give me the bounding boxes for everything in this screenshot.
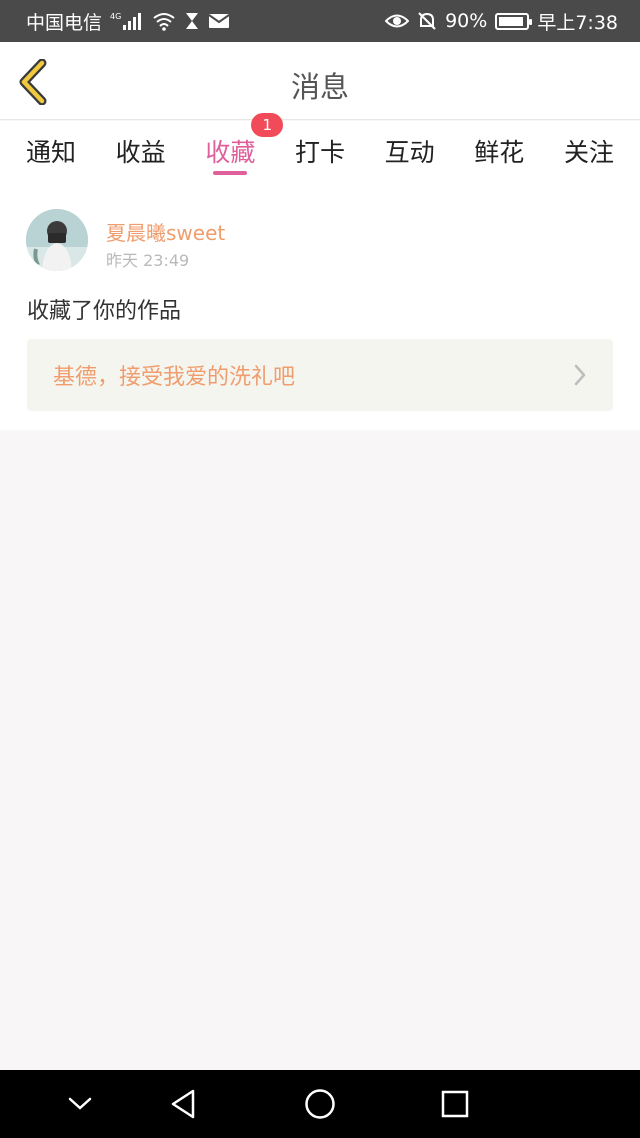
tab-label: 互动 <box>384 138 435 167</box>
status-bar: 中国电信 4G 90% 早上7:38 <box>0 0 640 42</box>
tab-bar: 通知 收益 收藏 1 打卡 互动 鲜花 关注 <box>0 113 640 181</box>
tab-4[interactable]: 互动 <box>385 121 435 181</box>
work-title: 基德，接受我爱的洗礼吧 <box>53 365 296 390</box>
tab-0[interactable]: 通知 <box>26 121 76 181</box>
system-nav-bar <box>0 1070 640 1138</box>
tab-5[interactable]: 鲜花 <box>474 121 524 181</box>
tab-label: 鲜花 <box>474 138 525 167</box>
page-title: 消息 <box>290 70 349 104</box>
network-type-label: 4G <box>110 12 121 21</box>
nav-recents-button[interactable] <box>415 1070 495 1138</box>
battery-icon <box>495 12 533 30</box>
tab-label: 收益 <box>115 138 166 167</box>
tab-label: 打卡 <box>294 138 345 167</box>
sender-name[interactable]: 夏晨曦sweet <box>106 217 225 246</box>
mail-icon <box>208 12 230 30</box>
battery-fill <box>499 16 523 26</box>
tab-label: 通知 <box>26 138 77 167</box>
tab-1[interactable]: 收益 <box>116 121 166 181</box>
chevron-down-icon <box>68 1097 92 1110</box>
avatar-image <box>26 209 88 271</box>
wifi-icon <box>152 11 176 31</box>
message-timestamp: 昨天 23:49 <box>106 251 190 270</box>
nav-back-button[interactable] <box>143 1070 223 1138</box>
header-bar: 消息 <box>0 42 640 120</box>
nav-home-button[interactable] <box>280 1070 360 1138</box>
tab-3[interactable]: 打卡 <box>295 121 345 181</box>
chevron-right-icon <box>574 364 586 386</box>
tab-label: 收藏 <box>205 138 256 167</box>
message-text: 收藏了你的作品 <box>27 299 182 324</box>
signal-icon: 4G <box>110 11 144 31</box>
home-circle-icon <box>305 1089 335 1119</box>
hide-nav-button[interactable] <box>40 1070 120 1138</box>
hourglass-icon <box>184 11 200 31</box>
message-card: 夏晨曦sweet 昨天 23:49 收藏了你的作品 基德，接受我爱的洗礼吧 <box>0 181 640 430</box>
eye-icon <box>385 12 410 30</box>
avatar[interactable] <box>26 209 88 271</box>
carrier-label: 中国电信 <box>26 11 103 34</box>
active-tab-indicator <box>213 171 248 175</box>
battery-percent: 90% <box>445 10 488 32</box>
mute-bell-icon <box>417 11 437 31</box>
tab-label: 关注 <box>563 138 614 167</box>
recents-square-icon <box>441 1090 469 1118</box>
tab-2[interactable]: 收藏 1 <box>205 113 284 181</box>
work-link[interactable]: 基德，接受我爱的洗礼吧 <box>27 339 613 411</box>
clock: 早上7:38 <box>537 11 618 34</box>
back-triangle-icon <box>171 1089 195 1119</box>
tab-badge: 1 <box>251 113 284 137</box>
tab-6[interactable]: 关注 <box>564 121 614 181</box>
